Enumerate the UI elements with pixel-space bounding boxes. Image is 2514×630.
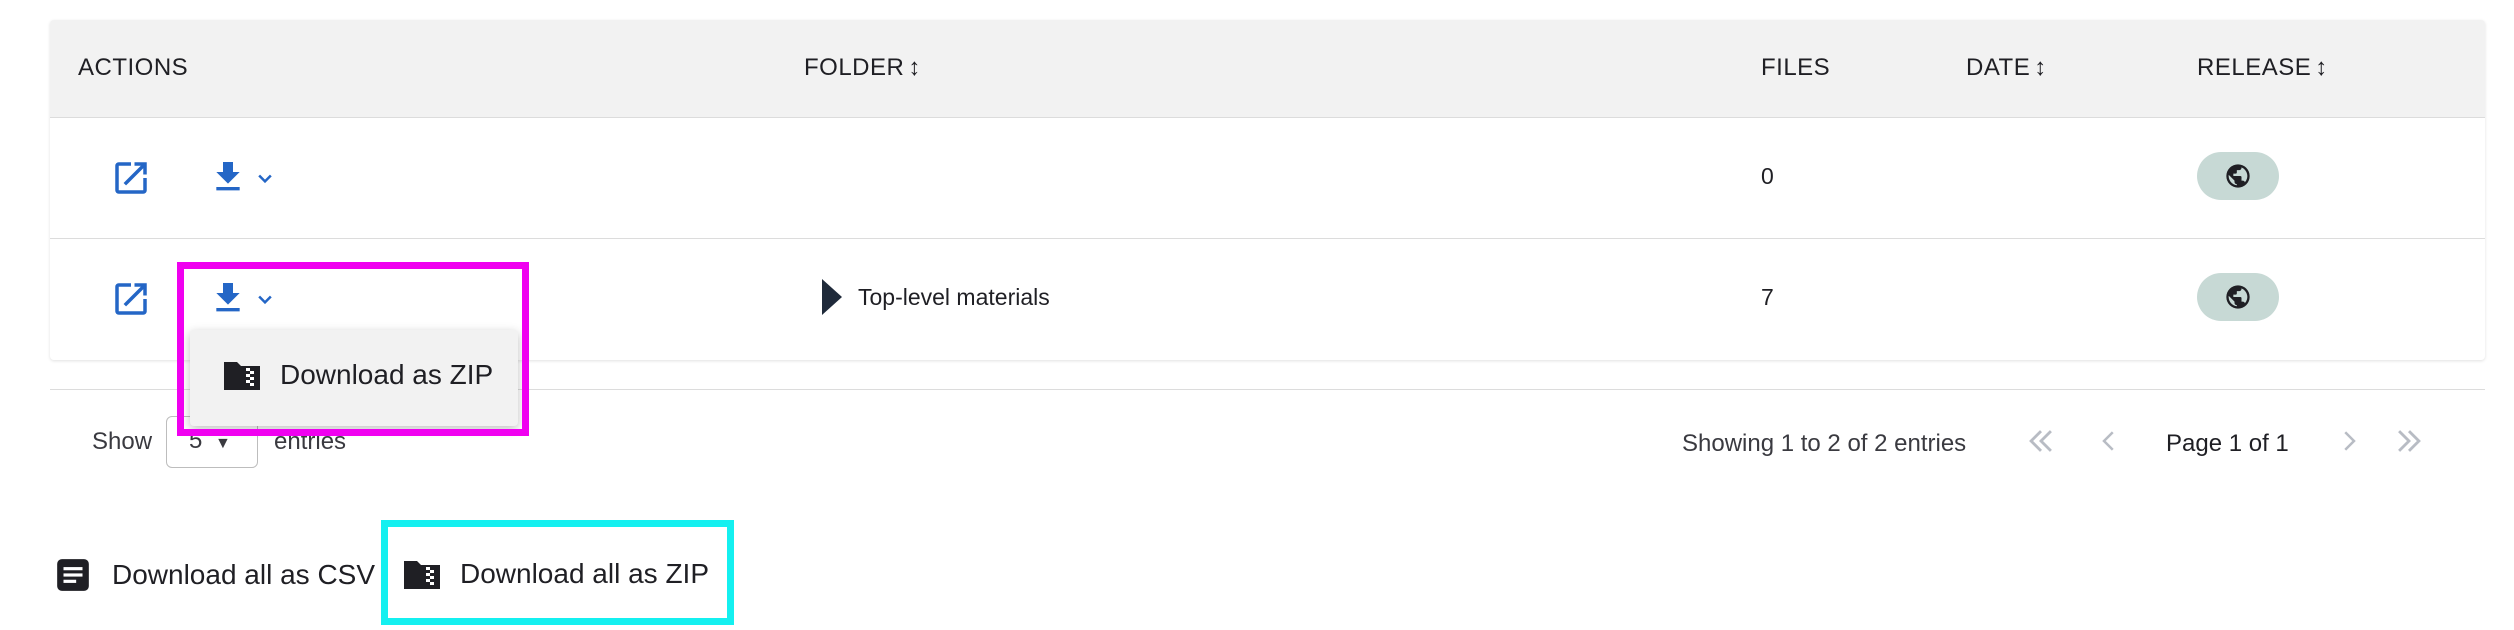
previous-page-icon[interactable]: [2094, 424, 2124, 465]
sort-icon: ↕: [2315, 54, 2328, 81]
entries-select-value: 5: [189, 427, 203, 454]
document-icon: [57, 559, 89, 591]
download-as-zip-menu-item[interactable]: Download as ZIP: [222, 358, 493, 392]
caret-right-icon[interactable]: [822, 279, 842, 320]
header-folder[interactable]: FOLDER ↕: [804, 54, 921, 82]
header-files: FILES: [1761, 54, 1831, 81]
sort-icon: ↕: [908, 54, 921, 81]
zip-folder-icon: [404, 561, 440, 589]
download-all-zip-button[interactable]: Download all as ZIP: [402, 556, 709, 592]
first-page-icon[interactable]: [2024, 424, 2058, 465]
page-indicator: Page 1 of 1: [2166, 430, 2289, 457]
download-icon[interactable]: [208, 156, 248, 203]
download-all-csv-button[interactable]: Download all as CSV: [54, 556, 375, 594]
download-all-zip-label: Download all as ZIP: [460, 558, 710, 589]
release-badge: [2197, 152, 2279, 200]
chevron-down-icon: ▼: [215, 435, 231, 452]
last-page-icon[interactable]: [2392, 424, 2426, 465]
header-date[interactable]: DATE ↕: [1966, 54, 2047, 82]
chevron-down-icon[interactable]: [255, 289, 275, 314]
zip-folder-icon: [224, 362, 260, 390]
showing-entries-text: Showing 1 to 2 of 2 entries: [1682, 430, 1967, 457]
globe-icon: [2226, 164, 2250, 188]
download-as-zip-label: Download as ZIP: [280, 359, 494, 390]
files-count: 7: [1761, 284, 1774, 310]
files-count: 0: [1761, 163, 1774, 189]
open-external-icon[interactable]: [110, 157, 152, 204]
table-header: ACTIONS FOLDER ↕ FILES DATE ↕ RELEASE ↕: [50, 20, 2485, 118]
download-menu: Download as ZIP: [190, 330, 518, 426]
open-external-icon[interactable]: [110, 278, 152, 325]
globe-icon: [2226, 285, 2250, 309]
download-icon[interactable]: [208, 277, 248, 324]
folder-name[interactable]: Top-level materials: [858, 284, 1050, 311]
header-folder-label: FOLDER: [804, 54, 905, 81]
sort-icon: ↕: [2034, 54, 2047, 81]
header-release-label: RELEASE: [2197, 54, 2312, 81]
next-page-icon[interactable]: [2334, 424, 2364, 465]
table-row: 0: [50, 118, 2485, 239]
download-all-csv-label: Download all as CSV: [112, 559, 376, 590]
show-label: Show: [92, 428, 153, 455]
header-release[interactable]: RELEASE ↕: [2197, 54, 2328, 82]
folders-table: ACTIONS FOLDER ↕ FILES DATE ↕ RELEASE ↕ 0: [50, 20, 2485, 360]
chevron-down-icon[interactable]: [255, 168, 275, 193]
header-actions: ACTIONS: [78, 54, 189, 81]
entries-label: entries: [274, 428, 347, 455]
header-date-label: DATE: [1966, 54, 2031, 81]
release-badge: [2197, 273, 2279, 321]
